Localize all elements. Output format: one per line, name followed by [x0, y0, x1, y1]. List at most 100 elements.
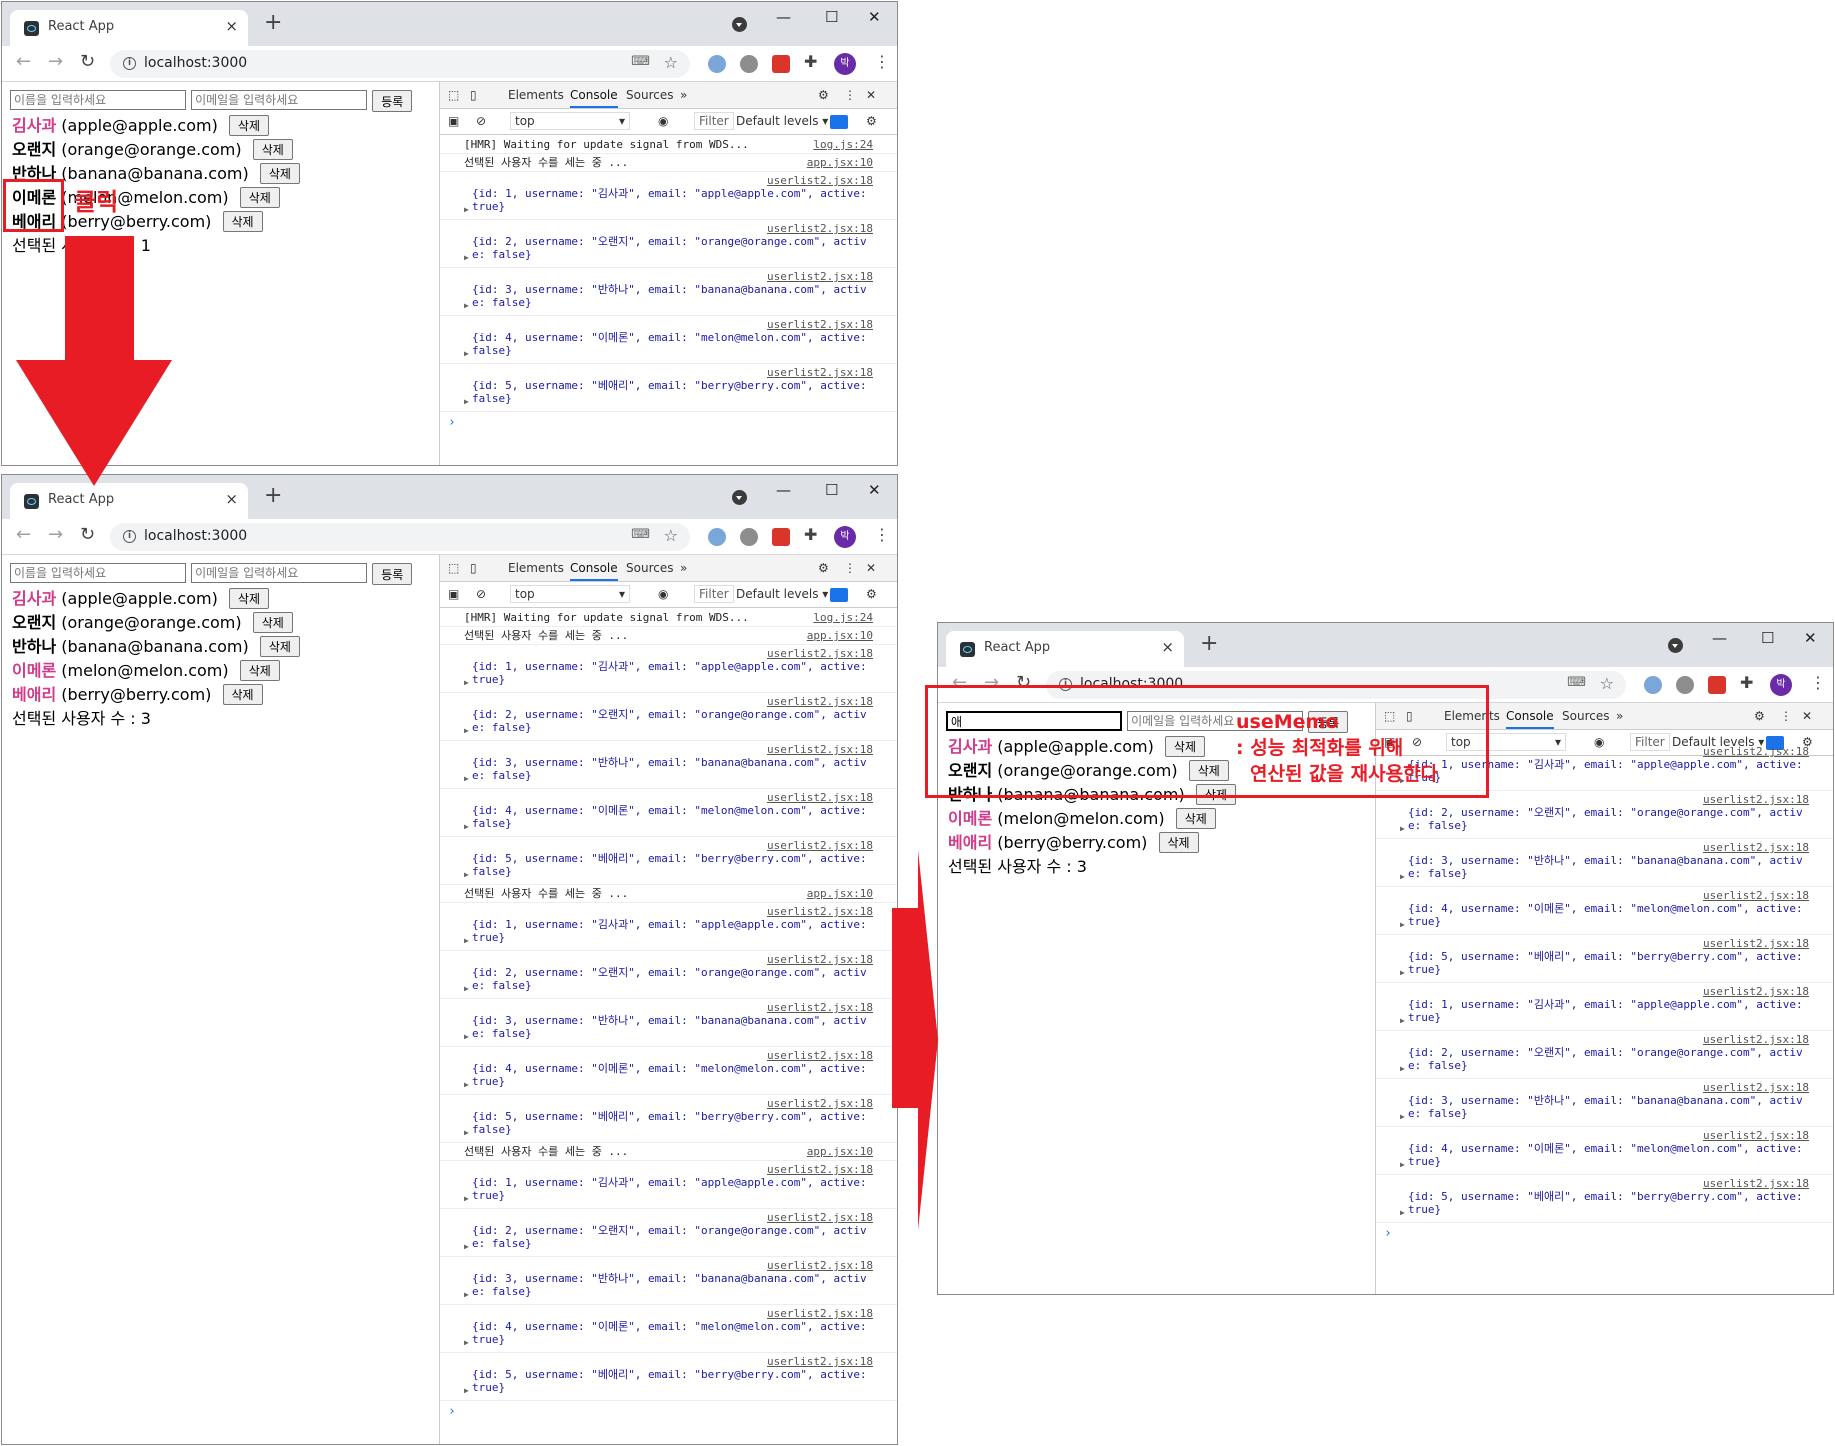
- console-object-line[interactable]: userlist2.jsx:18 ▶ {id: 4, username: "이메…: [440, 789, 897, 837]
- user-name[interactable]: 이메론: [948, 809, 992, 828]
- extension-icon[interactable]: [1708, 676, 1726, 694]
- extension-icon[interactable]: [740, 55, 758, 73]
- console-object-line[interactable]: userlist2.jsx:18 ▶ {id: 2, username: "오랜…: [1376, 1031, 1833, 1079]
- console-object-line[interactable]: userlist2.jsx:18 ▶ {id: 1, username: "김사…: [440, 1161, 897, 1209]
- expand-triangle-icon[interactable]: ▶: [1400, 870, 1405, 883]
- submit-button[interactable]: 등록: [372, 90, 413, 112]
- puzzle-icon[interactable]: ✚: [804, 52, 817, 71]
- expand-triangle-icon[interactable]: ▶: [1400, 822, 1405, 835]
- minimize-button[interactable]: —: [776, 481, 791, 499]
- expand-triangle-icon[interactable]: ▶: [464, 772, 469, 785]
- translate-icon[interactable]: ⌨: [631, 54, 650, 69]
- log-source-link[interactable]: userlist2.jsx:18: [767, 647, 873, 660]
- console-object-line[interactable]: userlist2.jsx:18 ▶ {id: 3, username: "반하…: [440, 268, 897, 316]
- log-source-link[interactable]: userlist2.jsx:18: [1703, 745, 1809, 758]
- log-source-link[interactable]: userlist2.jsx:18: [767, 1307, 873, 1320]
- close-icon[interactable]: ✕: [866, 88, 876, 102]
- filter-input[interactable]: Filter: [694, 585, 734, 603]
- expand-triangle-icon[interactable]: ▶: [464, 934, 469, 947]
- console-object-line[interactable]: userlist2.jsx:18 ▶ {id: 5, username: "베애…: [440, 837, 897, 885]
- info-icon[interactable]: i: [123, 530, 136, 543]
- star-icon[interactable]: ☆: [664, 526, 678, 545]
- device-icon[interactable]: ▯: [470, 561, 477, 575]
- log-source-link[interactable]: userlist2.jsx:18: [1703, 793, 1809, 806]
- log-source-link[interactable]: userlist2.jsx:18: [1703, 1177, 1809, 1190]
- message-badge-icon[interactable]: [830, 588, 848, 602]
- close-icon[interactable]: ✕: [1802, 709, 1812, 723]
- console-object-line[interactable]: userlist2.jsx:18 ▶ {id: 3, username: "반하…: [1376, 1079, 1833, 1127]
- console-object-line[interactable]: userlist2.jsx:18 ▶ {id: 1, username: "김사…: [440, 172, 897, 220]
- console-object-line[interactable]: userlist2.jsx:18 ▶ {id: 5, username: "베애…: [440, 1095, 897, 1143]
- puzzle-icon[interactable]: ✚: [1740, 673, 1753, 692]
- console-prompt[interactable]: ›: [440, 1401, 897, 1422]
- tab-console[interactable]: Console: [570, 88, 618, 108]
- log-source-link[interactable]: userlist2.jsx:18: [767, 743, 873, 756]
- console-object-line[interactable]: userlist2.jsx:18 ▶ {id: 2, username: "오랜…: [440, 693, 897, 741]
- log-source-link[interactable]: userlist2.jsx:18: [1703, 889, 1809, 902]
- console-object-line[interactable]: userlist2.jsx:18 ▶ {id: 5, username: "베애…: [1376, 1175, 1833, 1223]
- expand-triangle-icon[interactable]: ▶: [464, 251, 469, 264]
- expand-triangle-icon[interactable]: ▶: [464, 1336, 469, 1349]
- tab-console[interactable]: Console: [570, 561, 618, 581]
- window-close-button[interactable]: ✕: [1804, 629, 1817, 647]
- window-close-button[interactable]: ✕: [868, 481, 881, 499]
- console-object-line[interactable]: userlist2.jsx:18 ▶ {id: 2, username: "오랜…: [1376, 791, 1833, 839]
- expand-triangle-icon[interactable]: ▶: [464, 1240, 469, 1253]
- delete-button[interactable]: 삭제: [228, 115, 270, 136]
- window-close-button[interactable]: ✕: [868, 8, 881, 26]
- submit-button[interactable]: 등록: [372, 563, 413, 585]
- expand-triangle-icon[interactable]: ▶: [464, 1288, 469, 1301]
- tab-search-icon[interactable]: [1668, 638, 1683, 653]
- expand-triangle-icon[interactable]: ▶: [464, 1030, 469, 1043]
- delete-button[interactable]: 삭제: [259, 163, 300, 184]
- close-tab-icon[interactable]: ×: [225, 490, 238, 508]
- close-icon[interactable]: ✕: [866, 561, 876, 575]
- user-name[interactable]: 베애리: [948, 833, 992, 852]
- delete-button[interactable]: 삭제: [222, 684, 263, 705]
- sidebar-toggle-icon[interactable]: ▣: [448, 114, 459, 128]
- console-object-line[interactable]: userlist2.jsx:18 ▶ {id: 5, username: "베애…: [440, 1353, 897, 1401]
- log-source-link[interactable]: userlist2.jsx:18: [767, 905, 873, 918]
- log-source-link[interactable]: userlist2.jsx:18: [767, 174, 873, 187]
- user-name[interactable]: 오랜지: [12, 613, 56, 632]
- delete-button[interactable]: 삭제: [239, 660, 280, 681]
- extension-icon[interactable]: [772, 55, 790, 73]
- log-source-link[interactable]: userlist2.jsx:18: [1703, 1129, 1809, 1142]
- name-input[interactable]: [10, 90, 186, 110]
- back-arrow-icon[interactable]: ←: [16, 53, 31, 71]
- more-tabs-icon[interactable]: »: [680, 88, 687, 102]
- delete-button[interactable]: 삭제: [1158, 832, 1199, 853]
- maximize-button[interactable]: ☐: [825, 481, 838, 499]
- extension-icon[interactable]: [772, 528, 790, 546]
- log-source-link[interactable]: app.jsx:10: [807, 629, 873, 642]
- extension-icon[interactable]: [740, 528, 758, 546]
- expand-triangle-icon[interactable]: ▶: [464, 676, 469, 689]
- settings-icon[interactable]: ⚙: [1754, 709, 1765, 723]
- log-source-link[interactable]: userlist2.jsx:18: [767, 1049, 873, 1062]
- console-object-line[interactable]: userlist2.jsx:18 ▶ {id: 4, username: "이메…: [440, 1047, 897, 1095]
- log-source-link[interactable]: userlist2.jsx:18: [767, 839, 873, 852]
- log-source-link[interactable]: userlist2.jsx:18: [767, 695, 873, 708]
- expand-triangle-icon[interactable]: ▶: [464, 1384, 469, 1397]
- tab-sources[interactable]: Sources: [626, 561, 673, 575]
- log-source-link[interactable]: userlist2.jsx:18: [767, 1097, 873, 1110]
- forward-arrow-icon[interactable]: →: [48, 53, 63, 71]
- log-source-link[interactable]: userlist2.jsx:18: [767, 1355, 873, 1368]
- delete-button[interactable]: 삭제: [228, 588, 270, 609]
- extension-icon[interactable]: [708, 55, 726, 73]
- maximize-button[interactable]: ☐: [1761, 629, 1774, 647]
- kebab-icon[interactable]: ⋮: [874, 52, 890, 71]
- avatar[interactable]: 박: [834, 53, 856, 75]
- kebab-icon[interactable]: ⋮: [1810, 673, 1826, 692]
- console-object-line[interactable]: userlist2.jsx:18 ▶ {id: 1, username: "김사…: [1376, 983, 1833, 1031]
- console-object-line[interactable]: userlist2.jsx:18 ▶ {id: 2, username: "오랜…: [440, 1209, 897, 1257]
- expand-triangle-icon[interactable]: ▶: [1400, 1206, 1405, 1219]
- more-tabs-icon[interactable]: »: [1616, 709, 1623, 723]
- log-source-link[interactable]: log.js:24: [813, 611, 873, 624]
- log-source-link[interactable]: userlist2.jsx:18: [767, 222, 873, 235]
- reload-icon[interactable]: ↻: [80, 53, 95, 71]
- levels-select[interactable]: Default levels ▾: [736, 587, 828, 601]
- clear-console-icon[interactable]: ⊘: [476, 587, 486, 601]
- console-prompt[interactable]: ›: [1376, 1223, 1833, 1244]
- maximize-button[interactable]: ☐: [825, 8, 838, 26]
